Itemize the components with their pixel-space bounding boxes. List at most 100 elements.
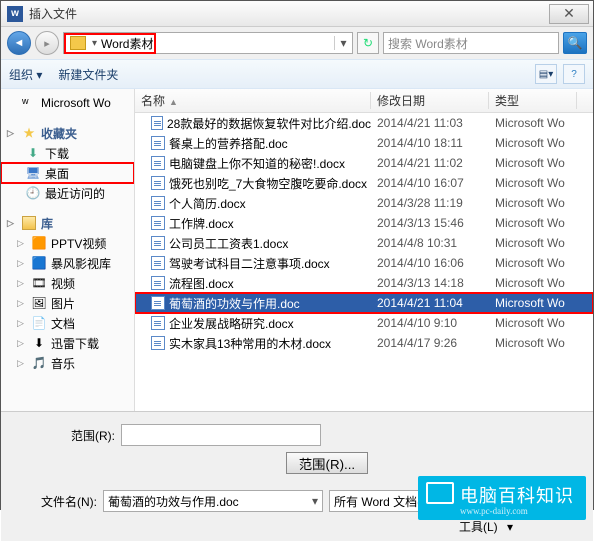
tree-pictures[interactable]: ▷🖼图片 xyxy=(1,293,134,313)
file-type: Microsoft Wo xyxy=(489,236,593,250)
file-row[interactable]: 实木家具13种常用的木材.docx 2014/4/17 9:26Microsoft… xyxy=(135,333,593,353)
file-row[interactable]: 流程图.docx 2014/3/13 14:18Microsoft Wo xyxy=(135,273,593,293)
tree-xunlei[interactable]: ▷⬇迅雷下载 xyxy=(1,333,134,353)
doc-icon xyxy=(151,236,165,250)
file-row[interactable]: 28款最好的数据恢复软件对比介绍.doc2014/4/21 11:03Micro… xyxy=(135,113,593,133)
file-type: Microsoft Wo xyxy=(489,256,593,270)
file-type: Microsoft Wo xyxy=(489,296,593,310)
chevron-icon: ▾ xyxy=(90,38,99,49)
file-name: 餐桌上的营养搭配.doc xyxy=(169,135,288,152)
col-type: 类型 xyxy=(489,92,577,109)
file-name: 实木家具13种常用的木材.docx xyxy=(169,335,331,352)
file-name: 驾驶考试科目二注意事项.docx xyxy=(169,255,330,272)
tree-video[interactable]: ▷🎞视频 xyxy=(1,273,134,293)
doc-icon xyxy=(151,276,165,290)
tree-recent[interactable]: 🕘最近访问的 xyxy=(1,183,134,203)
doc-icon xyxy=(151,316,165,330)
nav-row: ◄ ▸ ▾ Word素材 ▾ ↻ 搜索 Word素材 🔍 xyxy=(1,27,593,59)
range-input[interactable] xyxy=(121,424,321,446)
refresh-button[interactable]: ↻ xyxy=(357,32,379,54)
file-name: 工作牌.docx xyxy=(169,215,234,232)
doc-icon xyxy=(151,196,165,210)
folder-icon xyxy=(70,36,86,50)
new-folder-button[interactable]: 新建文件夹 xyxy=(58,66,118,83)
organize-menu[interactable]: 组织 ▾ xyxy=(9,66,42,83)
search-input[interactable]: 搜索 Word素材 xyxy=(383,32,559,54)
column-headers[interactable]: 名称▲ 修改日期 类型 xyxy=(135,89,593,113)
back-button[interactable]: ◄ xyxy=(7,31,31,55)
tree-pptv[interactable]: ▷🟧PPTV视频 xyxy=(1,233,134,253)
file-type: Microsoft Wo xyxy=(489,156,593,170)
tools-menu[interactable]: 工具(L) xyxy=(459,518,498,535)
help-button[interactable]: ? xyxy=(563,64,585,84)
file-name: 个人简历.docx xyxy=(169,195,246,212)
file-row[interactable]: 工作牌.docx 2014/3/13 15:46Microsoft Wo xyxy=(135,213,593,233)
tree-msword[interactable]: wMicrosoft Wo xyxy=(1,93,134,113)
tree-desktop[interactable]: 🖥桌面 xyxy=(1,163,134,183)
file-row[interactable]: 餐桌上的营养搭配.doc2014/4/10 18:11Microsoft Wo xyxy=(135,133,593,153)
file-name: 企业发展战略研究.docx xyxy=(169,315,294,332)
file-date: 2014/4/10 16:06 xyxy=(371,256,489,270)
nav-tree[interactable]: wMicrosoft Wo ▷★收藏夹 ⬇下载 🖥桌面 🕘最近访问的 ▷库 ▷🟧… xyxy=(1,89,135,411)
file-date: 2014/4/10 18:11 xyxy=(371,136,489,150)
file-row[interactable]: 葡萄酒的功效与作用.doc2014/4/21 11:04Microsoft Wo xyxy=(135,293,593,313)
filename-label: 文件名(N): xyxy=(41,493,97,510)
file-name: 流程图.docx xyxy=(169,275,234,292)
file-date: 2014/4/8 10:31 xyxy=(371,236,489,250)
doc-icon xyxy=(151,256,165,270)
search-placeholder: 搜索 Word素材 xyxy=(388,35,468,52)
file-row[interactable]: 电脑键盘上你不知道的秘密!.docx 2014/4/21 11:02Microso… xyxy=(135,153,593,173)
file-name: 公司员工工资表1.docx xyxy=(169,235,288,252)
search-button[interactable]: 🔍 xyxy=(563,32,587,54)
tree-favorites-header[interactable]: ▷★收藏夹 xyxy=(1,123,134,143)
file-date: 2014/4/10 16:07 xyxy=(371,176,489,190)
tree-libraries-header[interactable]: ▷库 xyxy=(1,213,134,233)
file-date: 2014/4/21 11:02 xyxy=(371,156,489,170)
file-row[interactable]: 公司员工工资表1.docx 2014/4/8 10:31Microsoft Wo xyxy=(135,233,593,253)
filename-input[interactable]: 葡萄酒的功效与作用.doc▾ xyxy=(103,490,323,512)
range-label: 范围(R): xyxy=(71,427,115,444)
file-row[interactable]: 驾驶考试科目二注意事项.docx 2014/4/10 16:06Microsoft… xyxy=(135,253,593,273)
file-list[interactable]: 28款最好的数据恢复软件对比介绍.doc2014/4/21 11:03Micro… xyxy=(135,113,593,353)
file-type: Microsoft Wo xyxy=(489,336,593,350)
tree-downloads[interactable]: ⬇下载 xyxy=(1,143,134,163)
file-date: 2014/3/13 14:18 xyxy=(371,276,489,290)
file-type: Microsoft Wo xyxy=(489,116,593,130)
close-button[interactable]: ✕ xyxy=(549,4,589,24)
file-type: Microsoft Wo xyxy=(489,196,593,210)
range-button[interactable]: 范围(R)... xyxy=(286,452,368,474)
titlebar: w 插入文件 ✕ xyxy=(1,1,593,27)
file-date: 2014/3/13 15:46 xyxy=(371,216,489,230)
file-row[interactable]: 饿死也别吃_7大食物空腹吃要命.docx 2014/4/10 16:07Micro… xyxy=(135,173,593,193)
dropdown-icon[interactable]: ▾ xyxy=(334,36,352,50)
file-name: 电脑键盘上你不知道的秘密!.docx xyxy=(169,155,345,172)
file-row[interactable]: 个人简历.docx 2014/3/28 11:19Microsoft Wo xyxy=(135,193,593,213)
tree-storm[interactable]: ▷🟦暴风影视库 xyxy=(1,253,134,273)
tree-music[interactable]: ▷🎵音乐 xyxy=(1,353,134,373)
file-type: Microsoft Wo xyxy=(489,276,593,290)
file-date: 2014/4/17 9:26 xyxy=(371,336,489,350)
file-date: 2014/3/28 11:19 xyxy=(371,196,489,210)
file-type: Microsoft Wo xyxy=(489,316,593,330)
toolbar: 组织 ▾ 新建文件夹 ▤▾ ? xyxy=(1,59,593,89)
forward-button[interactable]: ▸ xyxy=(35,31,59,55)
word-icon: w xyxy=(7,6,23,22)
file-date: 2014/4/10 9:10 xyxy=(371,316,489,330)
address-bar[interactable]: ▾ Word素材 ▾ xyxy=(63,32,353,54)
col-name: 名称▲ xyxy=(135,92,371,109)
file-name: 饿死也别吃_7大食物空腹吃要命.docx xyxy=(169,175,367,192)
doc-icon xyxy=(151,336,165,350)
tree-documents[interactable]: ▷📄文档 xyxy=(1,313,134,333)
doc-icon xyxy=(151,176,165,190)
col-date: 修改日期 xyxy=(371,92,489,109)
doc-icon xyxy=(151,216,165,230)
view-button[interactable]: ▤▾ xyxy=(535,64,557,84)
file-name: 28款最好的数据恢复软件对比介绍.doc xyxy=(167,115,371,132)
file-name: 葡萄酒的功效与作用.doc xyxy=(169,295,300,312)
file-type: Microsoft Wo xyxy=(489,216,593,230)
file-list-pane: 名称▲ 修改日期 类型 28款最好的数据恢复软件对比介绍.doc2014/4/2… xyxy=(135,89,593,411)
file-type: Microsoft Wo xyxy=(489,176,593,190)
doc-icon xyxy=(151,136,165,150)
doc-icon xyxy=(151,116,163,130)
file-row[interactable]: 企业发展战略研究.docx 2014/4/10 9:10Microsoft Wo xyxy=(135,313,593,333)
